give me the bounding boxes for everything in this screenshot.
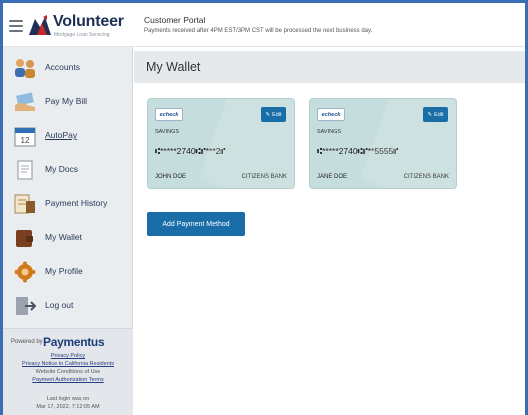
sidebar-item-pay-my-bill[interactable]: Pay My Bill — [3, 85, 133, 119]
account-number: ⑆*****2740⑆⑈***2⑈ — [155, 146, 226, 156]
echeck-badge-icon: echeck — [155, 108, 183, 121]
calendar-day: 12 — [21, 136, 30, 145]
sidebar-item-my-profile[interactable]: My Profile — [3, 255, 133, 289]
account-holder: JOHN DOE — [155, 174, 187, 180]
website-conditions-text: Website Conditions of Use — [35, 369, 101, 375]
docs-icon — [17, 160, 33, 180]
edit-button[interactable]: ✎ Edit — [261, 107, 286, 122]
history-icon — [14, 194, 35, 214]
sidebar-item-label: My Wallet — [45, 232, 82, 242]
accounts-icon — [15, 59, 35, 78]
logout-icon — [16, 297, 37, 315]
payment-terms-link[interactable]: Payment Authorization Terms — [3, 377, 133, 383]
sidebar-item-my-wallet[interactable]: My Wallet — [3, 221, 133, 255]
sidebar-item-label: AutoPay — [45, 130, 78, 140]
portal-title: Customer Portal — [144, 15, 206, 25]
sidebar-item-label: Log out — [45, 300, 74, 310]
paymentus-logo: Paymentus — [43, 335, 105, 349]
brand-bar: Volunteer Mortgage Loan Servicing — [3, 3, 133, 47]
sidebar-footer: Powered by Paymentus Privacy Policy Priv… — [3, 328, 133, 415]
account-number: ⑆*****2740⑆⑈**5555⑈ — [317, 146, 399, 156]
privacy-policy-link[interactable]: Privacy Policy — [3, 353, 133, 359]
sidebar-nav: Accounts Pay My Bill 12 AutoPay My Docs … — [3, 51, 133, 323]
sidebar-item-accounts[interactable]: Accounts — [3, 51, 133, 85]
hamburger-menu-icon[interactable] — [9, 20, 23, 32]
page-title: My Wallet — [146, 60, 201, 74]
account-type: SAVINGS — [317, 129, 342, 135]
powered-by-label: Powered by — [11, 339, 43, 345]
profile-gear-icon — [14, 261, 36, 283]
last-login-time: Mar 17, 2022, 7:12:05 AM — [36, 404, 100, 410]
edit-label: Edit — [434, 111, 444, 118]
sidebar-item-label: Accounts — [45, 62, 80, 72]
sidebar-item-label: My Docs — [45, 164, 79, 174]
payment-cutoff-note: Payments received after 4PM EST/3PM CST … — [144, 28, 373, 34]
app-frame: Volunteer Mortgage Loan Servicing Accoun… — [0, 0, 528, 415]
sidebar-item-log-out[interactable]: Log out — [3, 289, 133, 323]
sidebar-item-autopay[interactable]: 12 AutoPay — [3, 119, 133, 153]
pencil-icon: ✎ — [427, 111, 433, 118]
last-login-label: Last login was on — [46, 396, 90, 402]
bank-name: CITIZENS BANK — [403, 174, 449, 180]
payment-method-card[interactable]: echeck ✎ Edit SAVINGS ⑆*****2740⑆⑈**5555… — [309, 98, 457, 189]
brand-tagline: Mortgage Loan Servicing — [54, 32, 110, 38]
volunteer-logo-icon — [29, 15, 51, 35]
pay-bill-icon — [15, 92, 35, 111]
payment-method-card[interactable]: echeck ✎ Edit SAVINGS ⑆*****2740⑆⑈***2⑈ … — [147, 98, 295, 189]
edit-button[interactable]: ✎ Edit — [423, 107, 448, 122]
sidebar-item-label: Pay My Bill — [45, 96, 88, 106]
page-title-bar: My Wallet — [134, 51, 525, 83]
pencil-icon: ✎ — [265, 111, 271, 118]
sidebar-item-label: My Profile — [45, 266, 83, 276]
top-header: Customer Portal Payments received after … — [134, 3, 525, 47]
sidebar-item-label: Payment History — [45, 198, 108, 208]
echeck-badge-icon: echeck — [317, 108, 345, 121]
bank-name: CITIZENS BANK — [241, 174, 287, 180]
edit-label: Edit — [272, 111, 282, 118]
wallet-icon — [16, 230, 33, 247]
sidebar-item-payment-history[interactable]: Payment History — [3, 187, 133, 221]
calendar-icon: 12 — [14, 127, 36, 147]
sidebar-item-my-docs[interactable]: My Docs — [3, 153, 133, 187]
account-holder: JANE DOE — [317, 174, 348, 180]
brand-name: Volunteer — [53, 13, 124, 30]
sidebar: Volunteer Mortgage Loan Servicing Accoun… — [3, 3, 133, 415]
add-payment-method-button[interactable]: Add Payment Method — [147, 212, 245, 236]
privacy-notice-link[interactable]: Privacy Notice to California Residents — [3, 361, 133, 367]
account-type: SAVINGS — [155, 129, 180, 135]
